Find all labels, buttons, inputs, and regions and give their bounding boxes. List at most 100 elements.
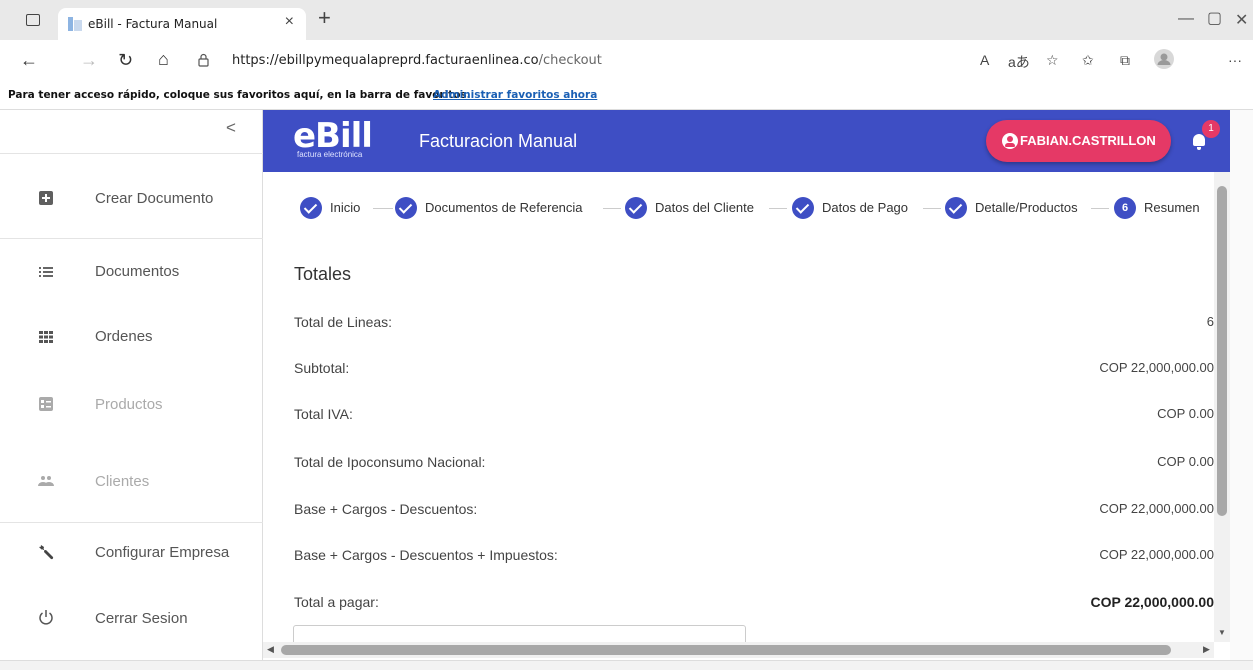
minimize-icon[interactable]: — xyxy=(1178,10,1194,28)
scrollbar-thumb[interactable] xyxy=(1217,186,1227,516)
sidebar-item-label: Productos xyxy=(95,396,163,413)
sidebar-item-configurar-empresa[interactable]: Configurar Empresa xyxy=(0,534,263,574)
row-label: Base + Cargos - Descuentos + Impuestos: xyxy=(294,547,558,563)
forward-icon[interactable]: → xyxy=(80,50,98,71)
row-value: COP 22,000,000.00 xyxy=(1099,547,1214,562)
check-circle-icon xyxy=(945,197,967,219)
restore-icon[interactable]: ▢ xyxy=(1207,8,1222,28)
checkout-stepper: Inicio Documentos de Referencia Datos de… xyxy=(263,172,1214,242)
favorites-icon[interactable]: ✩ xyxy=(1082,52,1094,69)
page-title: Facturacion Manual xyxy=(419,131,578,151)
address-bar-row: ← → ↻ ⌂ https://ebillpymequalapreprd.fac… xyxy=(0,40,1253,82)
check-circle-icon xyxy=(625,197,647,219)
user-name: FABIAN.CASTRILLON xyxy=(1020,133,1156,148)
step-label: Datos de Pago xyxy=(822,200,909,215)
wrench-icon xyxy=(38,544,54,560)
user-menu-button[interactable]: FABIAN.CASTRILLON xyxy=(986,120,1171,162)
sidebar-item-documentos[interactable]: Documentos xyxy=(0,252,263,292)
sidebar-item-productos[interactable]: Productos xyxy=(0,390,263,430)
bell-body xyxy=(1193,134,1205,146)
favorites-bar: Para tener acceso rápido, coloque sus fa… xyxy=(0,82,1253,110)
manage-favorites-link[interactable]: Administrar favoritos ahora xyxy=(433,89,597,101)
check-circle-icon xyxy=(300,197,322,219)
content-horizontal-scrollbar[interactable]: ◀ ▶ xyxy=(263,642,1214,658)
section-title: Totales xyxy=(294,264,352,284)
step-connector xyxy=(373,208,393,209)
row-label: Total a pagar: xyxy=(294,594,379,610)
tab-close-icon[interactable]: × xyxy=(285,13,294,31)
new-tab-icon[interactable]: + xyxy=(318,5,331,31)
refresh-icon[interactable]: ↻ xyxy=(118,50,133,71)
browser-tab[interactable]: eBill - Factura Manual × xyxy=(58,8,306,40)
sidebar-item-label: Configurar Empresa xyxy=(95,544,230,561)
url-path: /checkout xyxy=(538,53,602,68)
scroll-right-icon[interactable]: ▶ xyxy=(1203,644,1210,655)
read-aloud-icon[interactable]: A xyxy=(980,52,989,68)
scroll-down-icon[interactable]: ▼ xyxy=(1218,628,1226,637)
notification-count-badge: 1 xyxy=(1202,120,1220,138)
row-label: Base + Cargos - Descuentos: xyxy=(294,501,478,517)
list-icon xyxy=(38,264,54,280)
sidebar-item-crear-documento[interactable]: Crear Documento xyxy=(0,180,263,220)
step-connector xyxy=(769,208,787,209)
page-horizontal-scrollbar[interactable] xyxy=(0,660,1253,670)
product-icon xyxy=(38,396,54,412)
sidebar-item-label: Cerrar Sesion xyxy=(95,610,188,627)
url-field[interactable]: https://ebillpymequalapreprd.facturaenli… xyxy=(190,46,890,76)
sidebar-item-label: Clientes xyxy=(95,473,150,490)
sidebar-divider xyxy=(0,238,263,239)
sidebar-item-cerrar-sesion[interactable]: Cerrar Sesion xyxy=(0,598,263,638)
step-label: Resumen xyxy=(1144,200,1200,215)
sidebar-item-ordenes[interactable]: Ordenes xyxy=(0,316,263,356)
sidebar-item-label: Crear Documento xyxy=(95,190,214,207)
page-favicon-icon xyxy=(68,17,82,31)
collections-icon[interactable]: ⧉ xyxy=(1120,52,1130,69)
row-value: COP 22,000,000.00 xyxy=(1090,594,1214,610)
url-text: https://ebillpymequalapreprd.facturaenli… xyxy=(232,53,602,68)
sidebar-item-label: Documentos xyxy=(95,263,180,280)
row-value: 6 xyxy=(1206,314,1214,329)
app-sidebar: < Crear Documento Documentos Ordenes Pro… xyxy=(0,110,263,660)
people-icon xyxy=(38,473,54,489)
step-number: 6 xyxy=(1114,197,1136,219)
scroll-left-icon[interactable]: ◀ xyxy=(267,644,274,655)
step-connector xyxy=(923,208,941,209)
step-label: Datos del Cliente xyxy=(655,200,754,215)
back-icon[interactable]: ← xyxy=(20,50,38,71)
step-label: Inicio xyxy=(330,200,361,215)
sidebar-divider xyxy=(0,522,263,523)
add-favorite-icon[interactable]: ☆ xyxy=(1046,52,1059,69)
favorites-message: Para tener acceso rápido, coloque sus fa… xyxy=(8,89,471,101)
profile-avatar-icon[interactable] xyxy=(1154,49,1174,72)
tab-actions-icon[interactable] xyxy=(26,14,40,26)
url-host: https://ebillpymequalapreprd.facturaenli… xyxy=(232,53,539,68)
row-value: COP 0.00 xyxy=(1157,454,1214,469)
browser-tab-bar: eBill - Factura Manual × + — ▢ ✕ xyxy=(0,0,1253,40)
sidebar-item-label: Ordenes xyxy=(95,328,153,345)
check-circle-icon xyxy=(792,197,814,219)
translate-icon[interactable]: aあ xyxy=(1008,52,1030,72)
logo-subtitle: factura electrónica xyxy=(297,150,363,159)
notes-input[interactable] xyxy=(293,625,746,642)
row-label: Total de Lineas: xyxy=(294,314,393,330)
notifications-bell-icon[interactable] xyxy=(1191,134,1207,150)
more-menu-icon[interactable]: ··· xyxy=(1228,52,1242,68)
row-label: Subtotal: xyxy=(294,360,350,376)
grid-icon xyxy=(38,329,54,345)
content-vertical-scrollbar[interactable]: ▼ xyxy=(1214,172,1230,642)
account-circle-icon xyxy=(1002,133,1018,149)
sidebar-item-clientes[interactable]: Clientes xyxy=(0,466,263,506)
page-vertical-scrollbar[interactable] xyxy=(1230,110,1253,660)
step-connector xyxy=(603,208,621,209)
row-value: COP 0.00 xyxy=(1157,406,1214,421)
summary-content: Totales Total de Lineas: 6 Subtotal: COP… xyxy=(263,242,1214,642)
ebill-logo[interactable]: eBill factura electrónica xyxy=(293,116,403,162)
site-info-icon[interactable] xyxy=(198,53,209,67)
tab-title: eBill - Factura Manual xyxy=(88,17,218,31)
sidebar-header: < xyxy=(0,110,263,154)
window-close-icon[interactable]: ✕ xyxy=(1235,10,1248,30)
collapse-sidebar-icon[interactable]: < xyxy=(226,118,236,138)
row-value: COP 22,000,000.00 xyxy=(1099,360,1214,375)
home-icon[interactable]: ⌂ xyxy=(158,49,169,70)
scrollbar-thumb[interactable] xyxy=(281,645,1171,655)
